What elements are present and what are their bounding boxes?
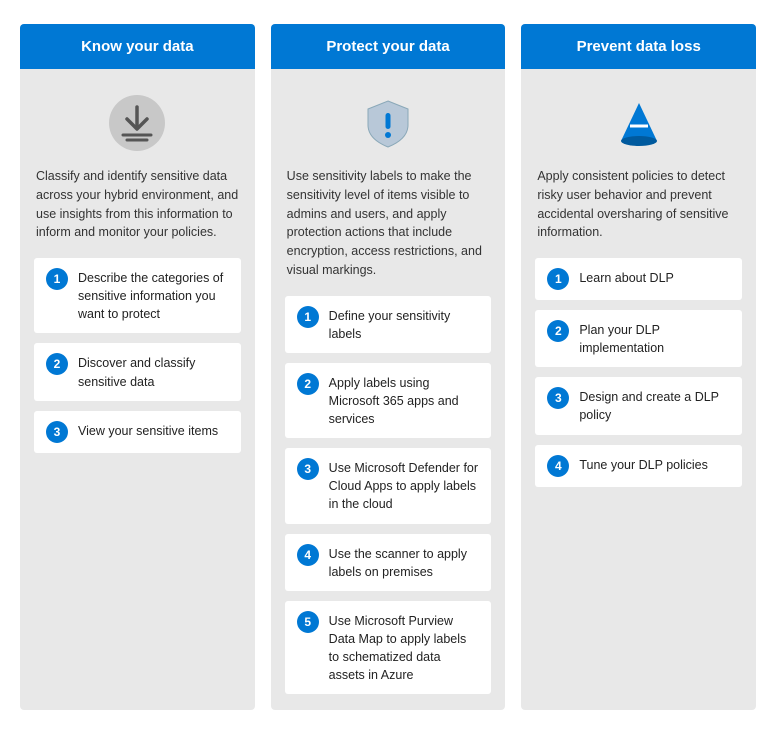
step-text-know-your-data-2: Discover and classify sensitive data — [78, 353, 229, 390]
step-number-prevent-data-loss-1: 1 — [547, 268, 569, 290]
step-item-protect-your-data-4[interactable]: 4 Use the scanner to apply labels on prem… — [285, 534, 492, 591]
step-number-prevent-data-loss-4: 4 — [547, 455, 569, 477]
step-item-protect-your-data-5[interactable]: 5 Use Microsoft Purview Data Map to apply… — [285, 601, 492, 695]
step-number-protect-your-data-1: 1 — [297, 306, 319, 328]
step-number-protect-your-data-2: 2 — [297, 373, 319, 395]
step-item-prevent-data-loss-2[interactable]: 2 Plan your DLP implementation — [535, 310, 742, 367]
step-item-prevent-data-loss-4[interactable]: 4 Tune your DLP policies — [535, 445, 742, 487]
icon-area-protect-your-data — [285, 85, 492, 157]
step-text-know-your-data-1: Describe the categories of sensitive inf… — [78, 268, 229, 323]
step-number-know-your-data-3: 3 — [46, 421, 68, 443]
step-text-prevent-data-loss-1: Learn about DLP — [579, 268, 674, 287]
header-prevent-data-loss: Prevent data loss — [521, 24, 756, 69]
column-protect-your-data: Protect your data Use sensitivity labels… — [271, 24, 506, 710]
step-number-know-your-data-2: 2 — [46, 353, 68, 375]
icon-area-prevent-data-loss — [535, 85, 742, 157]
step-text-prevent-data-loss-4: Tune your DLP policies — [579, 455, 708, 474]
step-number-know-your-data-1: 1 — [46, 268, 68, 290]
step-item-prevent-data-loss-1[interactable]: 1 Learn about DLP — [535, 258, 742, 300]
step-text-protect-your-data-2: Apply labels using Microsoft 365 apps an… — [329, 373, 480, 428]
header-protect-your-data: Protect your data — [271, 24, 506, 69]
body-prevent-data-loss: Apply consistent policies to detect risk… — [521, 69, 756, 710]
step-number-protect-your-data-4: 4 — [297, 544, 319, 566]
description-know-your-data: Classify and identify sensitive data acr… — [34, 167, 241, 248]
body-protect-your-data: Use sensitivity labels to make the sensi… — [271, 69, 506, 710]
icon-area-know-your-data — [34, 85, 241, 157]
step-text-know-your-data-3: View your sensitive items — [78, 421, 218, 440]
body-know-your-data: Classify and identify sensitive data acr… — [20, 69, 255, 710]
data-icon — [107, 93, 167, 153]
step-item-know-your-data-2[interactable]: 2 Discover and classify sensitive data — [34, 343, 241, 400]
step-text-protect-your-data-3: Use Microsoft Defender for Cloud Apps to… — [329, 458, 480, 513]
step-item-know-your-data-3[interactable]: 3 View your sensitive items — [34, 411, 241, 453]
column-prevent-data-loss: Prevent data loss Apply consistent polic… — [521, 24, 756, 710]
step-item-know-your-data-1[interactable]: 1 Describe the categories of sensitive in… — [34, 258, 241, 333]
description-prevent-data-loss: Apply consistent policies to detect risk… — [535, 167, 742, 248]
step-item-protect-your-data-2[interactable]: 2 Apply labels using Microsoft 365 apps a… — [285, 363, 492, 438]
step-text-protect-your-data-1: Define your sensitivity labels — [329, 306, 480, 343]
page-wrapper: Know your data Classify and identify sen… — [0, 0, 776, 734]
description-protect-your-data: Use sensitivity labels to make the sensi… — [285, 167, 492, 286]
cone-icon — [609, 93, 669, 153]
header-know-your-data: Know your data — [20, 24, 255, 69]
step-text-prevent-data-loss-3: Design and create a DLP policy — [579, 387, 730, 424]
step-number-protect-your-data-5: 5 — [297, 611, 319, 633]
column-know-your-data: Know your data Classify and identify sen… — [20, 24, 255, 710]
step-text-protect-your-data-5: Use Microsoft Purview Data Map to apply … — [329, 611, 480, 685]
step-number-prevent-data-loss-3: 3 — [547, 387, 569, 409]
step-text-protect-your-data-4: Use the scanner to apply labels on premi… — [329, 544, 480, 581]
step-number-prevent-data-loss-2: 2 — [547, 320, 569, 342]
shield-icon — [358, 93, 418, 153]
step-item-prevent-data-loss-3[interactable]: 3 Design and create a DLP policy — [535, 377, 742, 434]
step-item-protect-your-data-1[interactable]: 1 Define your sensitivity labels — [285, 296, 492, 353]
step-text-prevent-data-loss-2: Plan your DLP implementation — [579, 320, 730, 357]
step-item-protect-your-data-3[interactable]: 3 Use Microsoft Defender for Cloud Apps t… — [285, 448, 492, 523]
step-number-protect-your-data-3: 3 — [297, 458, 319, 480]
